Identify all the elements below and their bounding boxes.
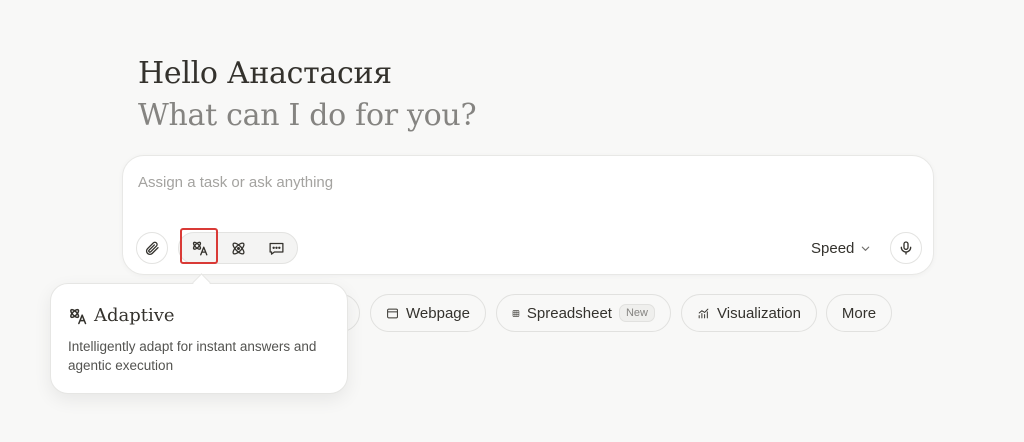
tooltip-header: Adaptive <box>68 305 175 326</box>
chip-more[interactable]: More <box>826 294 892 332</box>
mode-chat-button[interactable] <box>257 233 295 263</box>
chip-more-label: More <box>841 304 877 322</box>
chip-visualization-label: Visualization <box>717 304 801 322</box>
adaptive-icon <box>70 308 87 324</box>
greeting-heading: Hello Анастасия <box>138 56 392 91</box>
tooltip-title: Adaptive <box>94 305 175 326</box>
tooltip-description: Intelligently adapt for instant answers … <box>68 339 317 373</box>
adaptive-icon <box>192 241 208 256</box>
chart-bars-icon <box>698 308 709 318</box>
paperclip-icon <box>145 241 159 256</box>
chat-icon <box>268 242 284 255</box>
voice-input-button[interactable] <box>890 232 922 264</box>
table-grid-icon <box>512 309 520 317</box>
subtitle-heading: What can I do for you? <box>138 98 477 133</box>
chip-webpage-label: Webpage <box>406 304 470 322</box>
speed-dropdown[interactable]: Speed <box>811 236 871 260</box>
microphone-icon <box>900 241 912 255</box>
mode-agent-button[interactable] <box>219 233 257 263</box>
task-input[interactable] <box>138 170 838 194</box>
attach-button[interactable] <box>136 232 168 264</box>
browser-window-icon <box>387 308 398 318</box>
mode-selector <box>178 232 298 264</box>
chevron-down-icon <box>862 246 870 251</box>
home-page: Hello Анастасия What can I do for you? A… <box>0 0 1024 442</box>
task-composer: Speed <box>122 155 934 275</box>
speed-label: Speed <box>811 239 855 257</box>
chip-spreadsheet-label: Spreadsheet <box>526 304 612 322</box>
mode-adaptive-button[interactable] <box>181 233 219 263</box>
mode-tooltip: Adaptive Intelligently adapt for instant… <box>50 283 348 394</box>
atom-icon <box>231 241 245 255</box>
chip-spreadsheet[interactable]: Spreadsheet New <box>496 294 671 332</box>
chip-webpage[interactable]: Webpage <box>370 294 486 332</box>
chip-visualization[interactable]: Visualization <box>681 294 817 332</box>
new-badge: New <box>618 304 655 322</box>
